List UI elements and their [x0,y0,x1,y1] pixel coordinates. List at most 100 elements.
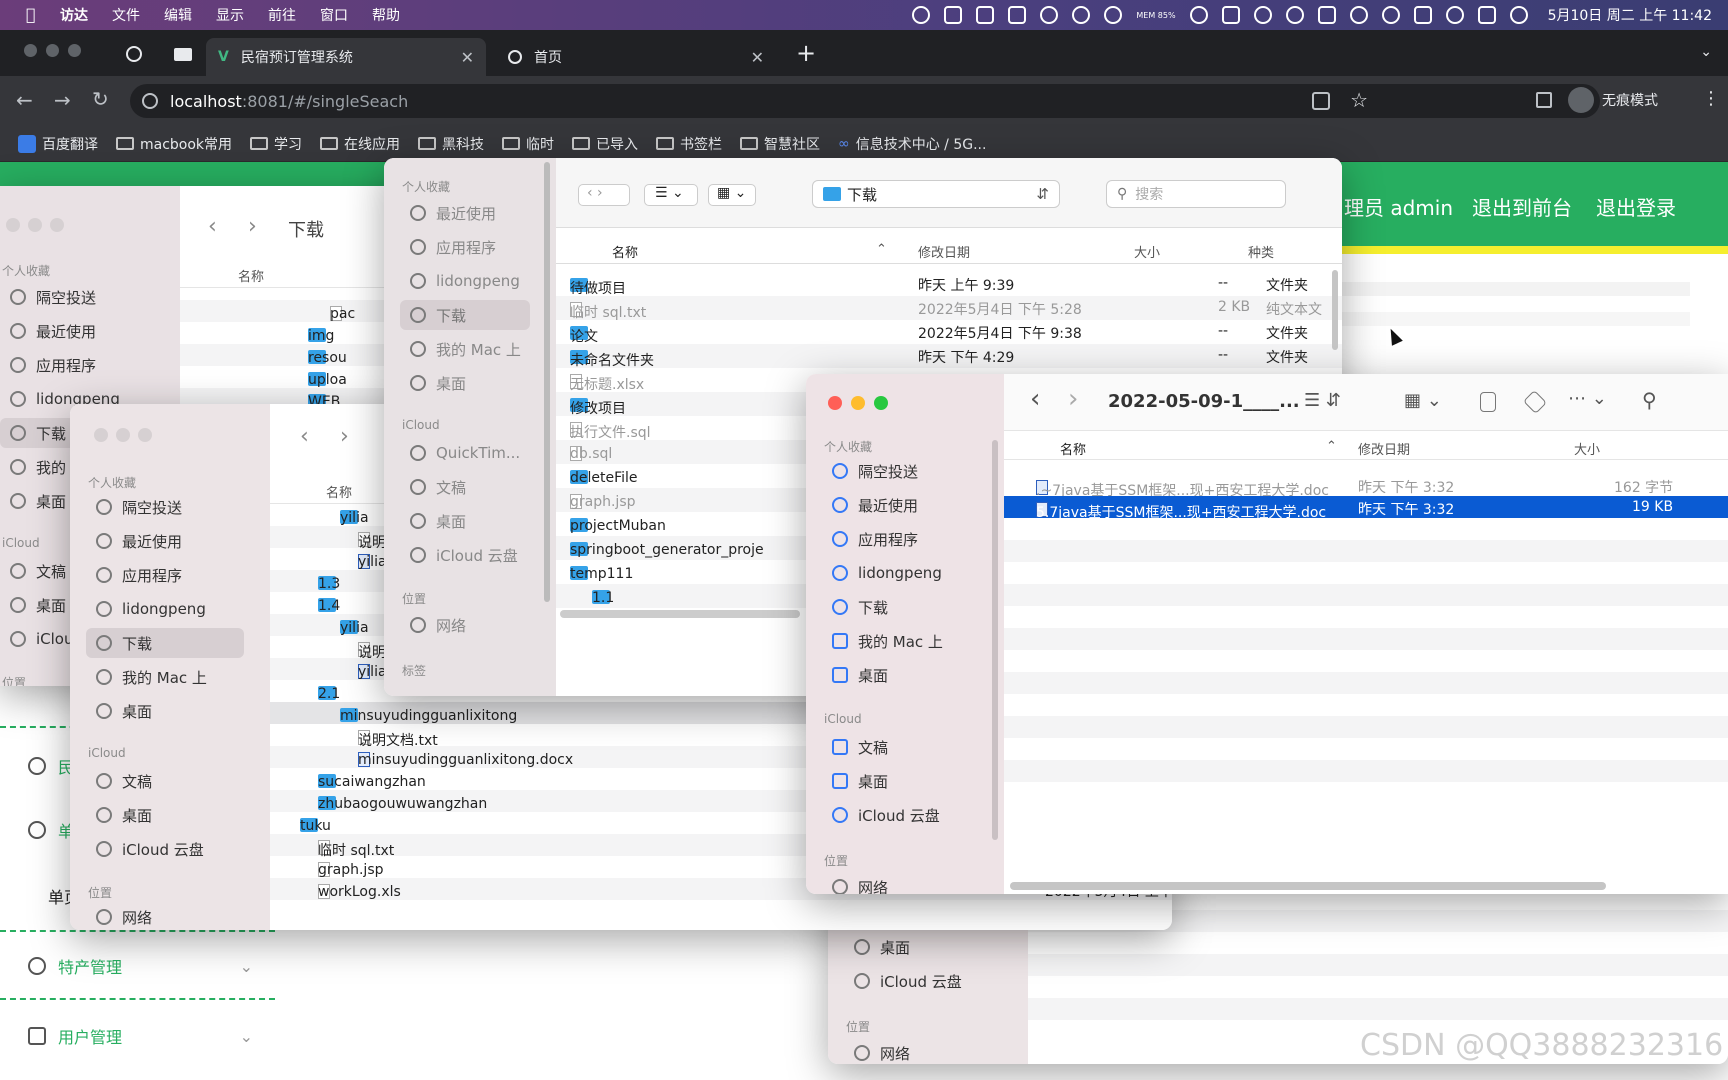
sidebar-item-recents[interactable]: 最近使用 [822,490,918,520]
sidebar-item-documents[interactable]: 文稿 [86,766,152,796]
sidebar-item-recents[interactable]: 最近使用 [400,198,496,228]
menu-go[interactable]: 前往 [268,5,296,25]
menu-window[interactable]: 窗口 [320,5,348,25]
battery-icon[interactable] [1317,6,1336,24]
app-icon[interactable] [1104,6,1123,24]
back-forward-control[interactable]: ‹ › [578,184,630,206]
scrollbar[interactable] [544,162,550,602]
network-tool-icon[interactable] [1253,6,1272,24]
apple-icon[interactable]:  [26,5,46,25]
sidebar-item-desktop[interactable]: 桌面 [822,660,888,690]
list-item[interactable]: .~7java基于SSM框架...现+西安工程大学.doc 昨天 下午 3:32… [1004,474,1728,499]
bluetooth-icon[interactable] [1285,6,1304,24]
sidebar-item-icloud-drive[interactable]: iClou [0,624,74,654]
s-icon[interactable] [1413,6,1432,24]
sidebar-item-airdrop[interactable]: 隔空投送 [822,456,918,486]
forward-icon[interactable]: › [340,424,349,449]
chevron-down-icon[interactable]: ⌄ [1700,44,1712,60]
minimize-window-icon[interactable] [46,44,59,57]
back-icon[interactable]: ‹ [1030,384,1040,414]
sidebar-item-network[interactable]: 网络 [86,902,152,930]
sort-ascending-icon[interactable]: ⌃ [1326,439,1337,454]
sidebar-item-mymac[interactable]: 我的 Mac 上 [822,626,943,656]
list-view-icon[interactable]: ☰ ⌄ [644,184,698,206]
zoom-window-icon[interactable] [50,218,64,232]
more-actions-icon[interactable]: ⋯ ⌄ [1568,388,1607,409]
side-panel-icon[interactable] [1536,92,1552,108]
sidebar-item-applications[interactable]: 应用程序 [400,232,496,262]
close-window-icon[interactable] [828,396,842,410]
list-item[interactable]: ▸未命名文件夹昨天 下午 4:29--文件夹 [556,344,1342,369]
sidebar-item-network[interactable]: 网络 [822,872,888,894]
forward-icon[interactable]: › [1068,384,1078,414]
scrollbar[interactable] [1332,270,1338,350]
forward-icon[interactable]: › [248,214,257,239]
list-item[interactable]: ▸论文2022年5月4日 下午 9:38--文件夹 [556,320,1342,345]
zoom-window-icon[interactable] [68,44,81,57]
sidebar-item-icloud-drive[interactable]: iCloud 云盘 [86,834,204,864]
close-window-icon[interactable] [94,428,108,442]
sidebar-item-desktop[interactable]: 桌面 [86,696,152,726]
info-icon[interactable] [142,93,158,109]
sidebar-item-quicktime[interactable]: QuickTim... [400,438,520,468]
horizontal-scrollbar[interactable] [560,610,800,618]
zoom-window-icon[interactable] [138,428,152,442]
incognito-badge[interactable]: 无痕模式 [1568,82,1658,118]
tab-home[interactable]: 首页 ✕ [496,38,776,76]
sidebar-item-home[interactable]: lidongpeng [822,558,942,588]
siri-icon[interactable] [1509,6,1528,24]
logout-link[interactable]: 退出登录 [1596,192,1676,221]
menu-edit[interactable]: 编辑 [164,5,192,25]
back-icon[interactable]: ‹ [300,424,309,449]
column-date[interactable]: 修改日期 [1358,439,1410,458]
more-menu-icon[interactable]: ⋮ [1702,88,1720,109]
sidebar-item-icloud-desktop[interactable]: 桌面 [0,590,66,620]
sidebar-item-users[interactable]: 用户管理 ⌄ [0,1004,275,1068]
horizontal-scrollbar[interactable] [1010,882,1606,890]
scrollbar[interactable] [992,440,998,840]
window-icon[interactable] [1221,6,1240,24]
front-link[interactable]: 退出到前台 [1472,192,1572,221]
close-window-icon[interactable] [24,44,37,57]
sort-ascending-icon[interactable]: ⌃ [876,242,887,257]
sidebar-item-documents[interactable]: 文稿 [822,732,888,762]
list-item[interactable]: ▸待做项目昨天 上午 9:39--文件夹 [556,272,1342,297]
sidebar-item-icloud-desktop[interactable]: 桌面 [86,800,152,830]
one-password-icon[interactable] [1189,6,1208,24]
sidebar-item-applications[interactable]: 应用程序 [822,524,918,554]
list-item-selected[interactable]: 5.7java基于SSM框架...现+西安工程大学.doc 昨天 下午 3:32… [1004,496,1728,521]
search-icon[interactable] [1445,6,1464,24]
sidebar-item-home[interactable]: lidongpeng [86,594,206,624]
search-icon[interactable]: ⚲ [1642,388,1657,412]
bookmark-folder-imported[interactable]: 已导入 [572,134,638,154]
minimize-window-icon[interactable] [851,396,865,410]
bookmark-folder-temp[interactable]: 临时 [502,134,554,154]
column-name[interactable]: 名称 [612,242,638,261]
tab-group-icon[interactable] [174,48,192,61]
sidebar-item-recents[interactable]: 最近使用 [86,526,182,556]
mic-icon[interactable] [944,6,963,24]
w-icon[interactable] [1008,6,1027,24]
sidebar-item-airdrop[interactable]: 隔空投送 [86,492,182,522]
column-size[interactable]: 大小 [1134,242,1160,261]
back-icon[interactable]: ‹ [208,214,217,239]
sidebar-item-desktop[interactable]: 桌面 [0,486,66,516]
sidebar-item-downloads[interactable]: 下载 [822,592,888,622]
minimize-window-icon[interactable] [116,428,130,442]
memory-meter[interactable]: MEM 85% [1136,11,1175,20]
bell-icon[interactable] [1040,6,1059,24]
menu-view[interactable]: 显示 [216,5,244,25]
sidebar-item-specialty[interactable]: 特产管理 ⌄ [0,934,275,998]
column-size[interactable]: 大小 [1574,439,1600,458]
sidebar-item-network[interactable]: 网络 [844,1038,910,1064]
bookmark-folder-tech[interactable]: 黑科技 [418,134,484,154]
wifi-icon[interactable] [1349,6,1368,24]
address-bar[interactable]: localhost:8081/#/singleSeach ☆ [130,84,1600,118]
sidebar-item-icloud-drive[interactable]: iCloud 云盘 [844,966,962,996]
back-icon[interactable]: ← [16,88,33,112]
list-view-icon[interactable]: ☰ ⇵ [1304,390,1341,411]
input-method-icon[interactable] [976,6,995,24]
chat-icon[interactable] [1072,6,1091,24]
column-name[interactable]: 名称 [238,266,264,285]
column-date[interactable]: 修改日期 [918,242,970,261]
